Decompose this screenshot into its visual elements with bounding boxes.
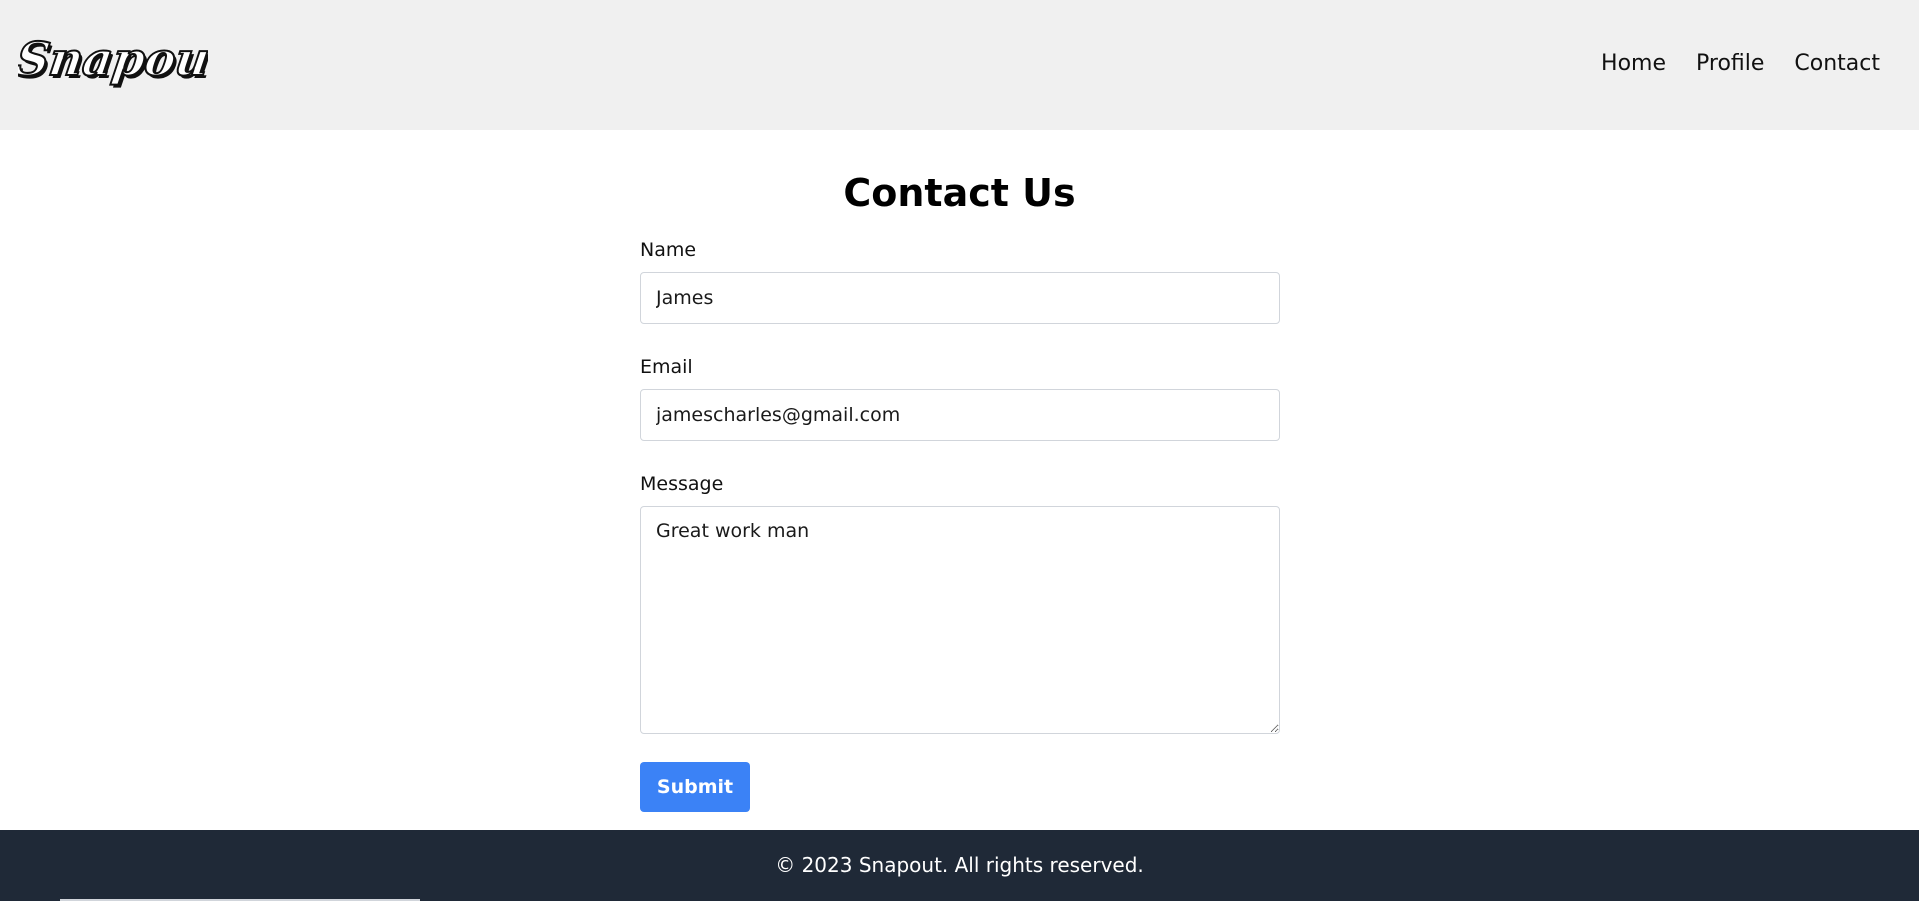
svg-text:Snapout: Snapout bbox=[18, 32, 208, 86]
site-footer: © 2023 Snapout. All rights reserved. bbox=[0, 830, 1919, 901]
contact-form: Name Email Message Great work man Submit bbox=[640, 238, 1280, 812]
email-label: Email bbox=[640, 356, 693, 378]
snapout-logo[interactable]: Snapout Snapout bbox=[18, 26, 208, 102]
nav-contact-link[interactable]: Contact bbox=[1794, 49, 1880, 79]
page-title: Contact Us bbox=[843, 171, 1076, 215]
main-nav: Home Profile Contact bbox=[1601, 49, 1880, 79]
submit-button[interactable]: Submit bbox=[640, 762, 750, 812]
email-input[interactable] bbox=[640, 389, 1280, 441]
copyright-text: © 2023 Snapout. All rights reserved. bbox=[775, 853, 1144, 877]
nav-profile-link[interactable]: Profile bbox=[1696, 49, 1764, 79]
main-content: Contact Us Name Email Message Great work… bbox=[0, 130, 1919, 830]
name-label: Name bbox=[640, 239, 697, 261]
site-header: Snapout Snapout Home Profile Contact bbox=[0, 0, 1919, 130]
message-textarea[interactable]: Great work man bbox=[640, 506, 1280, 734]
message-label: Message bbox=[640, 473, 724, 495]
nav-home-link[interactable]: Home bbox=[1601, 49, 1666, 79]
name-input[interactable] bbox=[640, 272, 1280, 324]
